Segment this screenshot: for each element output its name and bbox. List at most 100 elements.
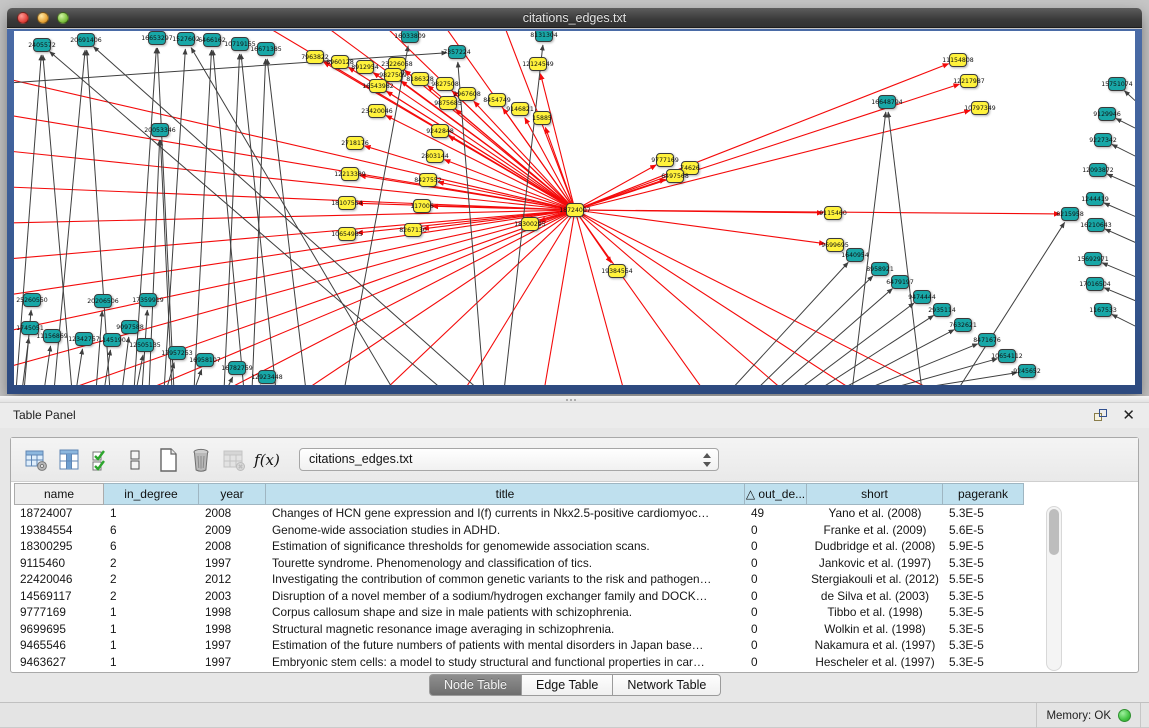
graph-node[interactable]: 9474444: [908, 291, 936, 304]
graph-edge: [241, 54, 276, 385]
graph-node[interactable]: 25260550: [16, 294, 48, 307]
graph-node[interactable]: 8267130: [399, 224, 427, 237]
function-builder-button[interactable]: f(x): [252, 445, 282, 475]
table-row[interactable]: 969969511998Structural magnetic resonanc…: [14, 621, 1024, 638]
column-header-out_de[interactable]: △ out_de...: [745, 483, 807, 505]
graph-node[interactable]: 9827508: [431, 78, 459, 91]
graph-edge: [44, 346, 51, 385]
network-canvas[interactable]: 2405572 20691406 1665329715276026466162 107…: [14, 31, 1135, 385]
graph-node[interactable]: 1527602: [172, 33, 200, 46]
graph-node[interactable]: 12342757: [68, 333, 100, 346]
graph-edge: [76, 349, 82, 385]
graph-node[interactable]: 16033809: [394, 31, 426, 43]
graph-node[interactable]: 117006: [410, 200, 434, 213]
vertical-scrollbar[interactable]: [1046, 506, 1062, 671]
delete-column-button[interactable]: [186, 445, 216, 475]
table-row[interactable]: 946554611997Estimation of the future num…: [14, 637, 1024, 654]
select-columns-button[interactable]: [87, 445, 117, 475]
float-panel-icon[interactable]: [1094, 409, 1108, 422]
table-settings-button[interactable]: [21, 445, 51, 475]
table-mode-button[interactable]: [120, 445, 150, 475]
graph-node[interactable]: 20206506: [87, 295, 119, 308]
graph-node[interactable]: 9777169: [651, 154, 679, 167]
panel-resize-handle[interactable]: [565, 398, 577, 401]
delete-table-button-disabled[interactable]: [219, 445, 249, 475]
graph-node[interactable]: 2935114: [928, 304, 956, 317]
graph-node[interactable]: 8958921: [866, 263, 894, 276]
table-row[interactable]: 946362711997Embryonic stem cells: a mode…: [14, 654, 1024, 671]
table-row[interactable]: 1830029562008Estimation of significance …: [14, 538, 1024, 555]
svg-text:9129946: 9129946: [1093, 111, 1121, 118]
table-row[interactable]: 1456911722003Disruption of a novel membe…: [14, 588, 1024, 605]
column-header-pagerank[interactable]: pagerank: [943, 483, 1024, 505]
table-row[interactable]: 977716911998Corpus callosum shape and si…: [14, 604, 1024, 621]
graph-node[interactable]: 8471676: [973, 334, 1001, 347]
graph-node[interactable]: 10654112: [991, 350, 1023, 363]
network-window-frame: 2405572 20691406 1665329715276026466162 107…: [7, 29, 1142, 394]
svg-text:15885: 15885: [532, 115, 552, 122]
tab-node-table[interactable]: Node Table: [429, 674, 522, 696]
table-cell: 2009: [199, 522, 266, 539]
graph-node[interactable]: 12923448: [251, 371, 283, 384]
table-cell: Jankovic et al. (1997): [807, 555, 943, 572]
window-titlebar[interactable]: citations_edges.txt: [7, 8, 1142, 28]
graph-node[interactable]: 16653297: [141, 32, 173, 45]
graph-node[interactable]: 16958107: [189, 354, 221, 367]
graph-node[interactable]: 1640954: [841, 249, 869, 262]
table-row[interactable]: 911546021997Tourette syndrome. Phenomeno…: [14, 555, 1024, 572]
column-header-title[interactable]: title: [266, 483, 745, 505]
tab-edge-table[interactable]: Edge Table: [522, 674, 613, 696]
graph-node[interactable]: 10654985: [331, 228, 363, 241]
graph-node[interactable]: 10797349: [964, 102, 996, 115]
graph-node[interactable]: 9699695: [821, 239, 849, 252]
graph-node[interactable]: 12213389: [334, 168, 366, 181]
scrollbar-thumb[interactable]: [1049, 509, 1059, 555]
graph-node[interactable]: 2405572: [28, 39, 56, 52]
graph-node[interactable]: 15751074: [1101, 78, 1133, 91]
show-columns-button[interactable]: [54, 445, 84, 475]
graph-node[interactable]: 8131304: [530, 31, 558, 42]
graph-node[interactable]: 9146821: [506, 103, 534, 116]
graph-node[interactable]: 6466162: [198, 34, 226, 47]
create-column-button[interactable]: [153, 445, 183, 475]
graph-node[interactable]: 17359919: [132, 294, 164, 307]
graph-node[interactable]: 2718176: [341, 137, 369, 150]
svg-text:16543982: 16543982: [362, 83, 394, 90]
zoom-button[interactable]: [57, 12, 69, 24]
graph-node[interactable]: 12217987: [953, 75, 985, 88]
column-header-short[interactable]: short: [807, 483, 943, 505]
table-selector-dropdown[interactable]: citations_edges.txt: [299, 448, 719, 471]
graph-node[interactable]: 16782759: [221, 362, 253, 375]
table-row[interactable]: 1938455462009Genome-wide association stu…: [14, 522, 1024, 539]
graph-node[interactable]: 2967608: [453, 88, 481, 101]
graph-node[interactable]: 20053346: [144, 124, 176, 137]
graph-edge: [252, 59, 266, 385]
table-cell: Stergiakouli et al. (2012): [807, 571, 943, 588]
graph-node[interactable]: 20691406: [70, 34, 102, 47]
tab-network-table[interactable]: Network Table: [613, 674, 721, 696]
graph-node[interactable]: 8454749: [483, 94, 511, 107]
memory-status-indicator: [1118, 709, 1131, 722]
close-button[interactable]: [17, 12, 29, 24]
graph-node[interactable]: 15885: [532, 112, 552, 125]
graph-node[interactable]: 19384554: [601, 265, 633, 278]
graph-node[interactable]: 2803144: [421, 150, 449, 163]
graph-node[interactable]: 18107554: [331, 197, 363, 210]
column-header-name[interactable]: name: [14, 483, 104, 505]
graph-node[interactable]: 23420046: [361, 105, 393, 118]
close-panel-icon[interactable]: ✕: [1122, 408, 1135, 423]
graph-node[interactable]: 9115460: [819, 207, 847, 220]
graph-node[interactable]: 8215958: [1056, 208, 1084, 221]
graph-node[interactable]: 9245652: [1013, 365, 1041, 378]
column-header-year[interactable]: year: [199, 483, 266, 505]
table-cell: Dudbridge et al. (2008): [807, 538, 943, 555]
table-row[interactable]: 2242004622012Investigating the contribut…: [14, 571, 1024, 588]
column-header-in_degree[interactable]: in_degree: [104, 483, 199, 505]
graph-node[interactable]: 12124549: [522, 58, 554, 71]
graph-node[interactable]: 16648794: [871, 96, 903, 109]
graph-node[interactable]: 9097588: [116, 321, 144, 334]
table-cell: Estimation of the future numbers of pati…: [266, 637, 745, 654]
table-row[interactable]: 1872400712008Changes of HCN gene express…: [14, 505, 1024, 522]
minimize-button[interactable]: [37, 12, 49, 24]
graph-node[interactable]: 12505135: [129, 339, 161, 352]
